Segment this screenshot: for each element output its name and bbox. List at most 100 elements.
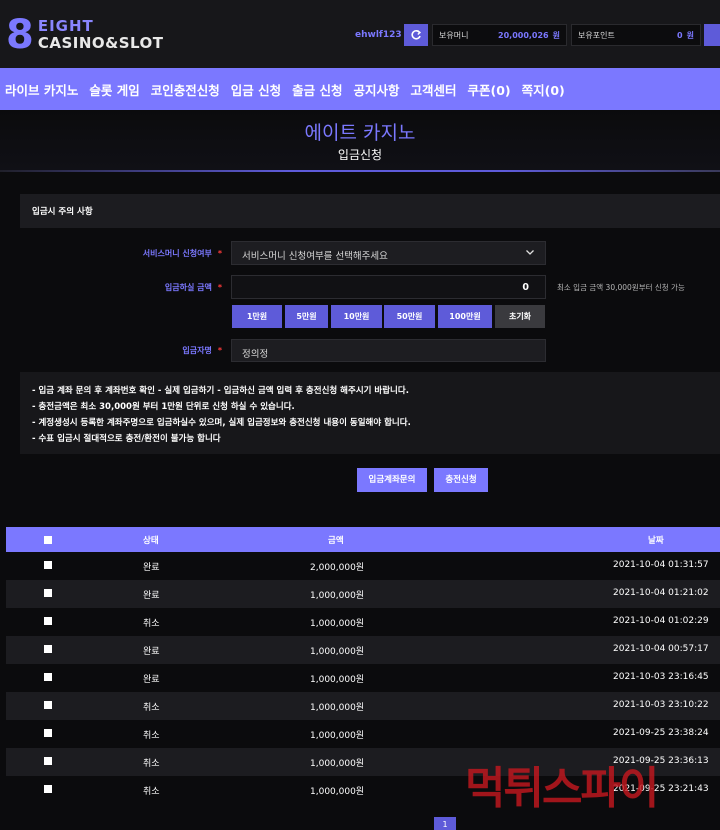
row-date: 2021-09-25 23:38:24 — [613, 728, 709, 738]
amount-label: 입금하실 금액 * — [164, 283, 222, 292]
amount-hint: 최소 입금 금액 30,000원부터 신청 가능 — [557, 283, 685, 292]
row-amount: 1,000,000원 — [310, 675, 365, 685]
header-date: 날짜 — [648, 536, 664, 546]
amount-500k-button[interactable]: 50만원 — [384, 305, 435, 328]
refresh-icon — [411, 29, 422, 40]
row-checkbox[interactable] — [44, 729, 52, 737]
row-checkbox[interactable] — [44, 673, 52, 681]
table-row: 취소 1,000,000원 2021-10-03 23:10:22 — [6, 692, 720, 720]
row-date: 2021-10-04 01:21:02 — [613, 588, 709, 598]
money-balance-box: 보유머니 20,000,026 원 — [432, 24, 567, 46]
nav-messages[interactable]: 쪽지(0) — [522, 80, 565, 99]
note-line: - 입금 계좌 문의 후 계좌번호 확인 - 실제 입금하기 - 입금하신 금액… — [32, 386, 409, 396]
nav-deposit[interactable]: 입금 신청 — [231, 80, 281, 99]
service-money-select[interactable]: 서비스머니 신청여부를 선택해주세요 — [231, 241, 546, 265]
nav-support[interactable]: 고객센터 — [410, 80, 456, 99]
row-status: 취소 — [143, 619, 160, 629]
service-money-placeholder: 서비스머니 신청여부를 선택해주세요 — [242, 251, 388, 262]
row-amount: 1,000,000원 — [310, 787, 365, 797]
amount-100k-button[interactable]: 10만원 — [331, 305, 382, 328]
row-status: 완료 — [143, 647, 160, 657]
notice-panel-title: 입금시 주의 사항 — [32, 207, 93, 217]
table-row: 완료 2,000,000원 2021-10-04 01:31:57 — [6, 552, 720, 580]
point-balance-box: 보유포인트 0원 — [571, 24, 701, 46]
amount-value: 0 — [522, 282, 529, 293]
title-divider — [0, 170, 720, 172]
money-value: 20,000,026 원 — [498, 31, 560, 40]
watermark-logo: 먹튀스파이 — [465, 763, 659, 814]
page-title-area: 에이트 카지노 입금신청 — [0, 110, 720, 172]
chevron-down-icon — [526, 250, 534, 255]
nav-withdraw[interactable]: 출금 신청 — [292, 80, 342, 99]
nav-coin-charge[interactable]: 코인충전신청 — [151, 80, 220, 99]
row-date: 2021-10-03 23:10:22 — [613, 700, 709, 710]
row-status: 완료 — [143, 675, 160, 685]
amount-reset-button[interactable]: 초기화 — [495, 305, 545, 328]
user-id: ehwlf123 — [355, 30, 402, 40]
page-title: 에이트 카지노 — [304, 122, 416, 144]
refresh-button[interactable] — [404, 24, 428, 46]
row-status: 취소 — [143, 731, 160, 741]
row-amount: 1,000,000원 — [310, 703, 365, 713]
row-status: 완료 — [143, 563, 160, 573]
site-logo[interactable]: 8 EIGHT CASINO&SLOT — [6, 14, 164, 56]
logo-line2: CASINO&SLOT — [37, 34, 164, 52]
logo-line1: EIGHT — [37, 17, 94, 35]
nav-coupon[interactable]: 쿠폰(0) — [467, 80, 510, 99]
money-label: 보유머니 — [439, 31, 469, 40]
header-side-button[interactable] — [704, 24, 720, 46]
note-line: - 충전금액은 최소 30,000원 부터 1만원 단위로 신청 하실 수 있습… — [32, 402, 295, 412]
select-all-checkbox[interactable] — [44, 536, 52, 544]
row-date: 2021-10-04 01:31:57 — [613, 560, 709, 570]
row-status: 취소 — [143, 787, 160, 797]
logo-text: EIGHT CASINO&SLOT — [38, 18, 164, 52]
row-amount: 2,000,000원 — [310, 563, 365, 573]
depositor-label: 입금자명 * — [182, 346, 222, 355]
deposit-notes: - 입금 계좌 문의 후 계좌번호 확인 - 실제 입금하기 - 입금하신 금액… — [20, 372, 720, 454]
note-line: - 수표 입금시 절대적으로 충전/환전이 불가능 합니다 — [32, 434, 221, 444]
depositor-name-value: 정의정 — [242, 349, 269, 360]
row-amount: 1,000,000원 — [310, 731, 365, 741]
row-checkbox[interactable] — [44, 589, 52, 597]
table-header: 상태 금액 날짜 — [6, 527, 720, 552]
table-row: 완료 1,000,000원 2021-10-04 01:21:02 — [6, 580, 720, 608]
row-checkbox[interactable] — [44, 757, 52, 765]
point-value: 0원 — [677, 31, 694, 40]
header-status: 상태 — [143, 536, 159, 546]
table-row: 취소 1,000,000원 2021-10-04 01:02:29 — [6, 608, 720, 636]
row-date: 2021-10-04 01:02:29 — [613, 616, 709, 626]
table-row: 완료 1,000,000원 2021-10-04 00:57:17 — [6, 636, 720, 664]
amount-1m-button[interactable]: 100만원 — [438, 305, 492, 328]
row-checkbox[interactable] — [44, 561, 52, 569]
row-checkbox[interactable] — [44, 645, 52, 653]
site-header: 8 EIGHT CASINO&SLOT ehwlf123 보유머니 20,000… — [0, 0, 720, 68]
nav-live-casino[interactable]: 라이브 카지노 — [5, 80, 78, 99]
notice-panel-header: 입금시 주의 사항 — [20, 194, 720, 228]
row-checkbox[interactable] — [44, 785, 52, 793]
pagination-page-1[interactable]: 1 — [434, 817, 456, 830]
service-money-label: 서비스머니 신청여부 * — [142, 249, 222, 258]
row-date: 2021-10-03 23:16:45 — [613, 672, 709, 682]
nav-notice[interactable]: 공지사항 — [353, 80, 399, 99]
charge-request-button[interactable]: 충전신청 — [434, 468, 488, 492]
amount-10k-button[interactable]: 1만원 — [232, 305, 282, 328]
main-nav: 라이브 카지노 슬롯 게임 코인충전신청 입금 신청 출금 신청 공지사항 고객… — [0, 68, 720, 110]
row-checkbox[interactable] — [44, 617, 52, 625]
row-date: 2021-10-04 00:57:17 — [613, 644, 709, 654]
page-subtitle: 입금신청 — [337, 148, 383, 162]
account-inquiry-button[interactable]: 입금계좌문의 — [357, 468, 427, 492]
table-row: 완료 1,000,000원 2021-10-03 23:16:45 — [6, 664, 720, 692]
table-row: 취소 1,000,000원 2021-09-25 23:38:24 — [6, 720, 720, 748]
row-status: 취소 — [143, 759, 160, 769]
amount-input[interactable]: 0 — [231, 275, 546, 299]
header-amount: 금액 — [328, 536, 344, 546]
row-checkbox[interactable] — [44, 701, 52, 709]
row-amount: 1,000,000원 — [310, 591, 365, 601]
point-label: 보유포인트 — [578, 31, 615, 40]
amount-50k-button[interactable]: 5만원 — [285, 305, 328, 328]
depositor-name-input[interactable]: 정의정 — [231, 339, 546, 362]
note-line: - 계정생성시 등록한 계좌주명으로 입금하실수 있으며, 실제 입금정보와 충… — [32, 418, 411, 428]
row-amount: 1,000,000원 — [310, 619, 365, 629]
logo-8-mark: 8 — [6, 12, 34, 58]
nav-slot-game[interactable]: 슬롯 게임 — [89, 80, 139, 99]
